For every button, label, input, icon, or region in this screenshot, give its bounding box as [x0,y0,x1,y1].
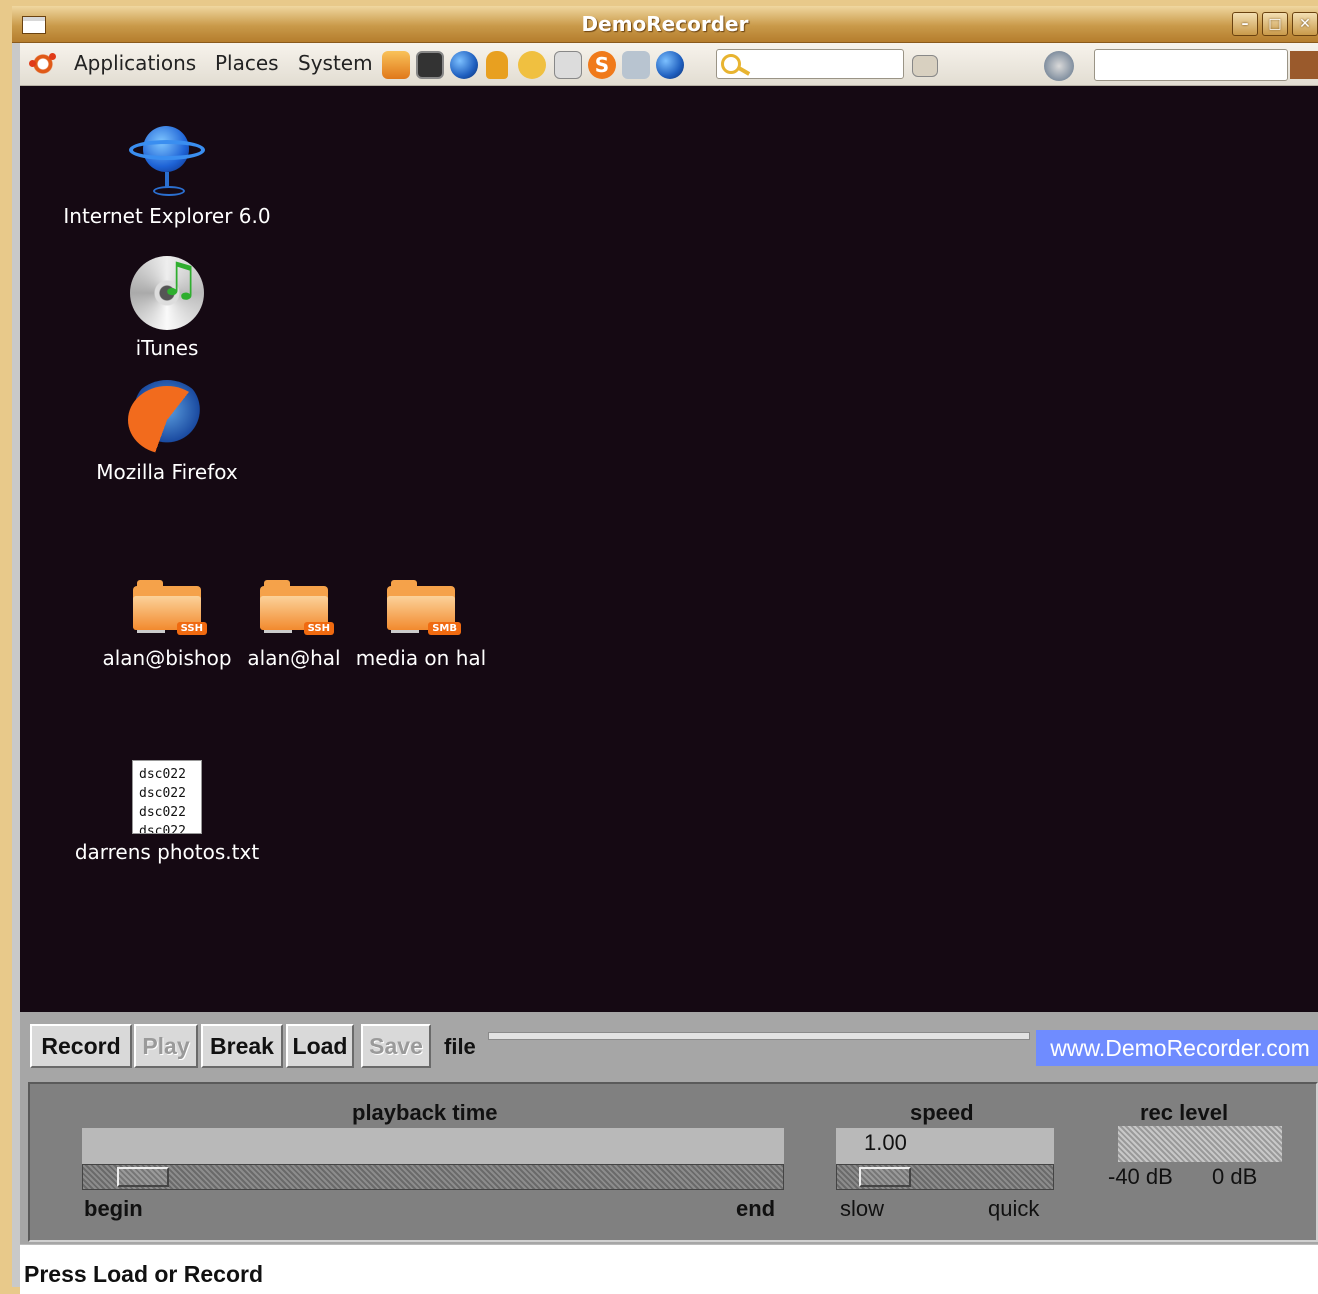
load-button[interactable]: Load [286,1024,354,1068]
folder-ssh-icon: SSH [260,580,334,640]
playback-time-display [82,1128,784,1164]
mail-icon[interactable] [554,51,582,79]
file-preview-line: dsc022 [139,767,186,782]
playback-time-label: playback time [352,1100,498,1125]
panel-text-input[interactable] [1094,49,1288,81]
file-preview-line: dsc022 [139,805,186,820]
playback-slider-thumb[interactable] [117,1167,169,1187]
folder-ssh-icon: SSH [133,580,207,640]
text-file-icon: dsc022 dsc022 dsc022 dsc022 [132,760,202,834]
break-button[interactable]: Break [201,1024,283,1068]
desktop-icon-label: iTunes [135,336,199,360]
desktop-icon-alan-bishop[interactable]: SSH alan@bishop [100,580,234,670]
record-button[interactable]: Record [30,1024,132,1068]
ssh-badge: SSH [303,622,334,635]
desktop-icon-label: darrens photos.txt [74,840,260,864]
keyboard-icon[interactable] [912,55,938,77]
desktop-icon-alan-hal[interactable]: SSH alan@hal [236,580,352,670]
speed-slider[interactable] [836,1164,1054,1190]
globe-icon[interactable] [450,51,478,79]
rec-level-min-label: -40 dB [1108,1164,1173,1189]
title-bar[interactable]: DemoRecorder – □ ✕ [12,6,1318,43]
speed-display: 1.00 [836,1128,1054,1164]
folder-smb-icon: SMB [387,580,461,640]
desktop-icon-label: Mozilla Firefox [96,460,238,484]
desktop-icon-label: media on hal [355,646,487,670]
file-label: file [444,1034,476,1059]
desktop-icon-label: alan@hal [247,646,341,670]
file-preview-line: dsc022 [139,824,186,834]
slow-label: slow [840,1196,885,1221]
panel-search-input[interactable] [716,49,904,79]
maximize-icon[interactable]: □ [1262,12,1288,36]
ssh-badge: SSH [176,622,207,635]
rec-level-max-label: 0 dB [1212,1164,1258,1189]
smiley-icon[interactable] [518,51,546,79]
playback-panel: playback time begin end speed 1.00 slow … [28,1082,1318,1242]
speed-label: speed [910,1100,974,1125]
desktop-icon-label: alan@bishop [102,646,232,670]
globe-icon[interactable] [656,51,684,79]
speed-slider-thumb[interactable] [859,1167,911,1187]
speed-value: 1.00 [864,1130,907,1155]
skype-icon[interactable]: S [588,51,616,79]
save-button[interactable]: Save [361,1024,431,1068]
file-name-field [488,1032,1030,1040]
desktop-icon-itunes[interactable]: ♫ iTunes [60,252,274,360]
menu-places[interactable]: Places [215,51,279,75]
menu-applications[interactable]: Applications [74,51,196,75]
home-folder-icon[interactable] [382,51,410,79]
begin-label: begin [84,1196,143,1221]
playback-slider[interactable] [82,1164,784,1190]
play-button[interactable]: Play [134,1024,198,1068]
file-preview-line: dsc022 [139,786,186,801]
recorder-controls: Record Play Break Load Save file www.Dem… [20,1012,1318,1244]
quick-label: quick [988,1196,1040,1221]
internet-explorer-icon [129,122,205,198]
window-title: DemoRecorder [581,12,749,36]
rec-level-meter [1118,1126,1282,1162]
desktop-icon-darrens-photos[interactable]: dsc022 dsc022 dsc022 dsc022 darrens phot… [60,760,274,864]
desktop-icon-internet-explorer[interactable]: Internet Explorer 6.0 [60,122,274,228]
search-icon [721,54,741,74]
demorecorder-link[interactable]: www.DemoRecorder.com [1036,1030,1318,1066]
person-icon[interactable] [486,51,508,79]
desktop-icon-firefox[interactable]: Mozilla Firefox [60,380,274,484]
firefox-icon [128,380,206,454]
rec-level-label: rec level [1140,1100,1229,1125]
lock-icon[interactable] [1044,51,1074,81]
desktop-icon-label: Internet Explorer 6.0 [63,204,271,228]
minimize-icon[interactable]: – [1232,12,1258,36]
close-icon[interactable]: ✕ [1292,12,1318,36]
gnome-top-panel: Applications Places System S [20,43,1318,86]
end-label: end [736,1196,776,1221]
network-icon[interactable] [622,51,650,79]
status-text: Press Load or Record [24,1261,264,1287]
smb-badge: SMB [428,622,461,635]
panel-color-swatch [1290,51,1318,79]
itunes-icon: ♫ [130,252,204,330]
demorecorder-window: DemoRecorder – □ ✕ Applications Places S… [12,6,1318,1294]
menu-system[interactable]: System [298,51,373,75]
terminal-icon[interactable] [416,51,444,79]
ubuntu-logo-icon[interactable] [29,51,56,77]
desktop-icon-media-on-hal[interactable]: SMB media on hal [354,580,488,670]
desktop: Internet Explorer 6.0 ♫ iTunes Mozilla F… [20,86,1318,1012]
